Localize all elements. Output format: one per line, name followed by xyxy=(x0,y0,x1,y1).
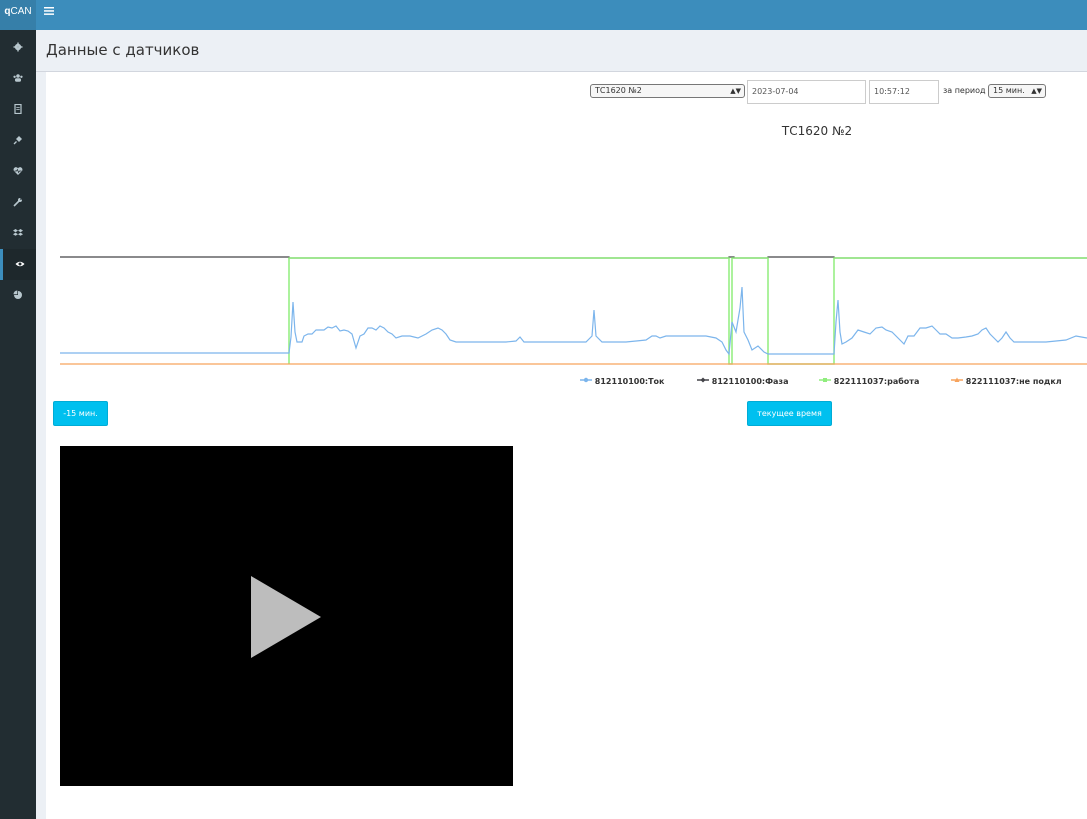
plot-area xyxy=(60,256,1087,365)
legend-item-faza[interactable]: 812110100:Фаза xyxy=(697,376,788,386)
document-icon xyxy=(14,103,22,114)
top-navbar: qCAN xyxy=(0,0,1087,30)
period-select[interactable]: 15 мин. ▲▼ xyxy=(988,84,1046,98)
time-input[interactable]: 10:57:12 xyxy=(869,80,939,104)
legend-marker-rabota xyxy=(819,378,831,382)
sensor-chart: ТС1620 №2 xyxy=(60,124,1087,365)
sidebar-item-service[interactable] xyxy=(0,187,36,218)
minus-15-min-button[interactable]: -15 мин. xyxy=(53,401,108,426)
vehicle-select-value: ТС1620 №2 xyxy=(595,86,642,95)
sidebar-item-connections[interactable] xyxy=(0,125,36,156)
video-player[interactable] xyxy=(60,446,513,786)
play-icon[interactable] xyxy=(251,576,321,658)
heartbeat-icon xyxy=(13,166,23,175)
legend-marker-tok xyxy=(580,377,592,383)
period-label: за период xyxy=(943,86,986,95)
sidebar-item-storage[interactable] xyxy=(0,218,36,249)
period-select-value: 15 мин. xyxy=(993,86,1025,95)
main-content: ТС1620 №2 ▲▼ 2023-07-04 10:57:12 за пери… xyxy=(46,72,1087,819)
vehicle-select[interactable]: ТС1620 №2 ▲▼ xyxy=(590,84,745,98)
select-arrows-icon: ▲▼ xyxy=(1031,87,1042,95)
sidebar-item-settings[interactable] xyxy=(0,32,36,63)
sidebar-item-users[interactable] xyxy=(0,63,36,94)
gear-icon xyxy=(13,42,23,51)
eye-icon xyxy=(15,261,24,266)
select-arrows-icon: ▲▼ xyxy=(730,87,741,95)
pie-chart-icon xyxy=(13,290,22,299)
content-header: Данные с датчиков xyxy=(36,30,1087,72)
wrench-icon xyxy=(13,197,22,207)
sidebar-item-reports[interactable] xyxy=(0,280,36,311)
plug-icon xyxy=(13,135,22,144)
app-logo[interactable]: qCAN xyxy=(0,0,36,30)
date-input[interactable]: 2023-07-04 xyxy=(747,80,866,104)
legend-item-ne-podkl[interactable]: 822111037:не подкл xyxy=(951,376,1062,386)
sidebar-item-documents[interactable] xyxy=(0,94,36,125)
current-time-button[interactable]: текущее время xyxy=(747,401,832,426)
legend-marker-faza xyxy=(697,377,709,383)
chart-title: ТС1620 №2 xyxy=(781,124,852,138)
sidebar-item-monitoring[interactable] xyxy=(0,249,36,280)
legend-marker-ne-podkl xyxy=(951,377,963,382)
series-line-rabota xyxy=(288,257,1087,365)
legend-item-tok[interactable]: 812110100:Ток xyxy=(580,376,664,386)
menu-toggle-icon[interactable] xyxy=(44,6,58,20)
page-title: Данные с датчиков xyxy=(46,41,200,59)
series-line-tok xyxy=(60,286,1087,356)
sidebar-item-health[interactable] xyxy=(0,156,36,187)
sidebar xyxy=(0,30,36,819)
legend-item-rabota[interactable]: 822111037:работа xyxy=(819,376,919,386)
dropbox-icon xyxy=(13,228,23,236)
users-icon xyxy=(13,73,23,82)
